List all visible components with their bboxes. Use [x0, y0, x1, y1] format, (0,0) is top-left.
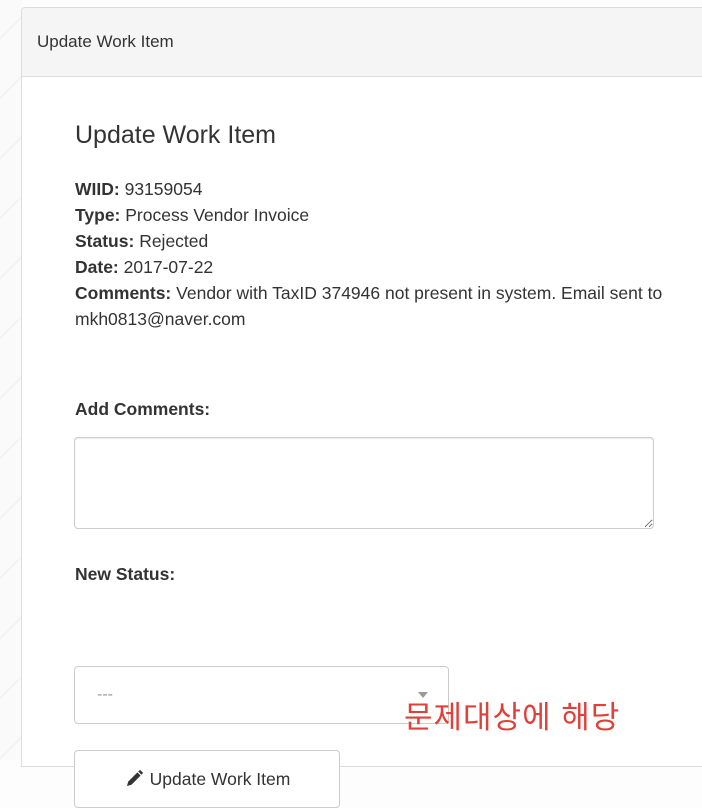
annotation-text: 문제대상에 해당	[404, 700, 621, 735]
type-value: Process Vendor Invoice	[125, 205, 310, 225]
add-comments-label: Add Comments:	[75, 399, 211, 419]
wiid-label: WIID:	[75, 179, 120, 199]
wiid-row: WIID: 93159054	[75, 176, 665, 202]
panel-heading: Update Work Item	[22, 8, 702, 77]
update-work-item-button[interactable]: Update Work Item	[74, 750, 340, 808]
work-item-panel: Update Work Item Update Work Item WIID: …	[21, 7, 702, 808]
date-label: Date:	[75, 257, 119, 277]
type-label: Type:	[75, 205, 121, 225]
wiid-value: 93159054	[124, 179, 203, 199]
new-status-label: New Status:	[75, 564, 176, 584]
work-item-details: WIID: 93159054 Type: Process Vendor Invo…	[75, 176, 665, 332]
add-comments-textarea[interactable]	[74, 437, 654, 529]
date-value: 2017-07-22	[123, 257, 214, 277]
status-label: Status:	[75, 231, 135, 251]
new-status-selected-value: ---	[97, 686, 113, 703]
date-row: Date: 2017-07-22	[75, 254, 665, 280]
page-title: Update Work Item	[75, 121, 277, 149]
update-work-item-label: Update Work Item	[149, 768, 291, 789]
status-value: Rejected	[139, 231, 209, 251]
comments-label: Comments:	[75, 283, 172, 303]
status-row: Status: Rejected	[75, 228, 665, 254]
background-decoration	[0, 0, 22, 760]
type-row: Type: Process Vendor Invoice	[75, 202, 665, 228]
comments-row: Comments: Vendor with TaxID 374946 not p…	[75, 280, 665, 332]
new-status-select[interactable]: ---	[74, 666, 449, 724]
pencil-icon	[124, 769, 144, 789]
